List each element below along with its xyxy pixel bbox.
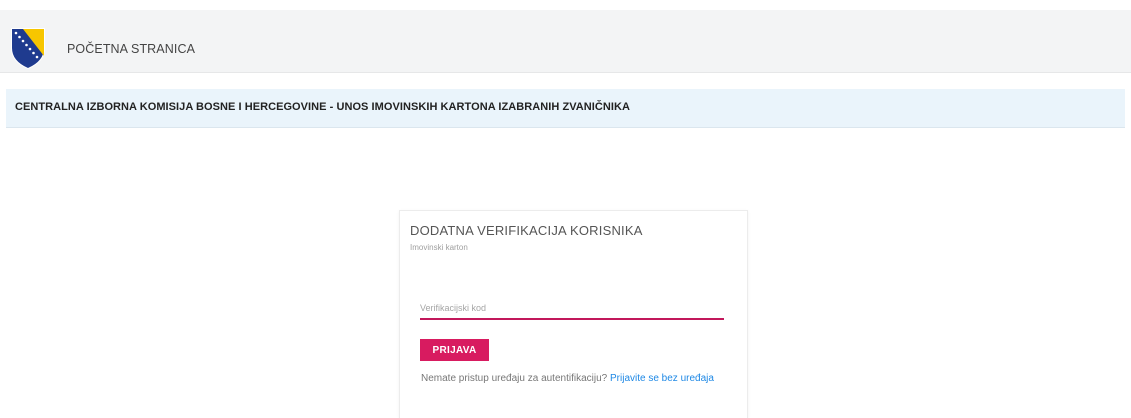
banner-title: CENTRALNA IZBORNA KOMISIJA BOSNE I HERCE…: [15, 101, 630, 113]
bih-coat-of-arms-icon[interactable]: [8, 26, 48, 70]
nav-home-link[interactable]: POČETNA STRANICA: [67, 42, 195, 56]
login-button[interactable]: PRIJAVA: [420, 339, 489, 361]
help-text-block: Nemate pristup uređaju za autentifikacij…: [421, 373, 731, 385]
help-text: Nemate pristup uređaju za autentifikacij…: [421, 373, 608, 384]
card-subtitle: Imovinski karton: [410, 243, 468, 252]
login-without-device-link[interactable]: Prijavite se bez uređaja: [610, 373, 714, 384]
verification-code-input[interactable]: [420, 298, 724, 320]
top-navbar: POČETNA STRANICA: [0, 10, 1131, 73]
card-title: DODATNA VERIFIKACIJA KORISNIKA: [410, 223, 643, 238]
verification-card: DODATNA VERIFIKACIJA KORISNIKA Imovinski…: [399, 210, 748, 418]
page-banner: CENTRALNA IZBORNA KOMISIJA BOSNE I HERCE…: [6, 89, 1125, 128]
